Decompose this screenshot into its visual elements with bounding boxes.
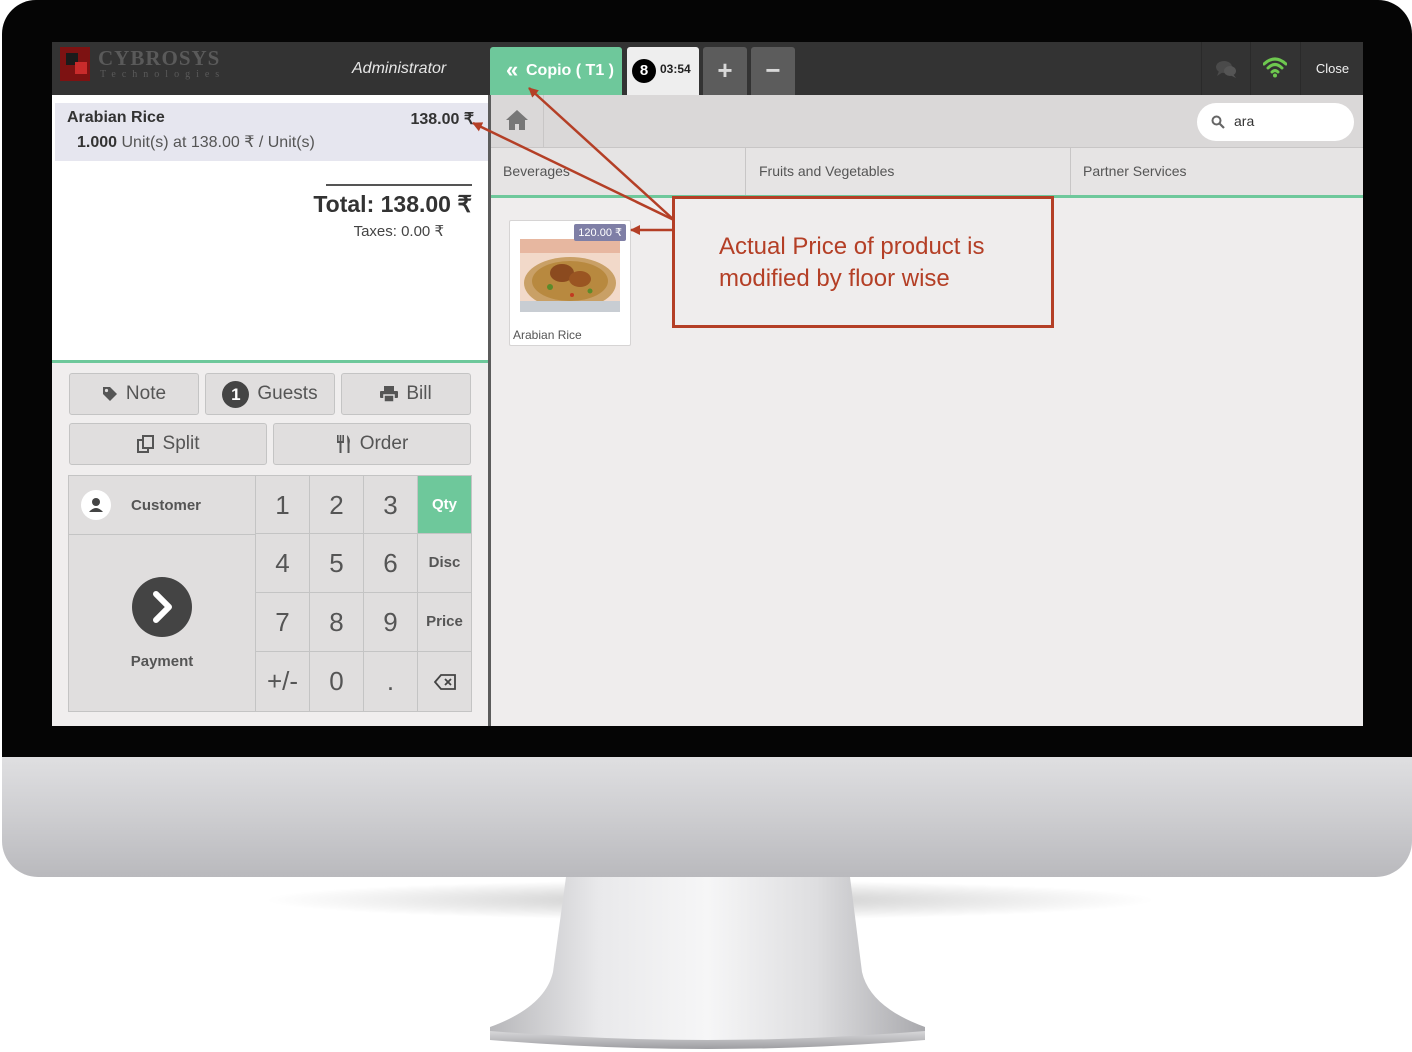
search-icon [1211,115,1225,129]
mode-price-button[interactable]: Price [418,593,472,652]
user-name[interactable]: Administrator [352,60,446,78]
home-icon [506,110,528,130]
logo-subtext: Technologies [100,69,226,80]
top-bar: CYBROSYS Technologies Administrator « Co… [52,42,1363,95]
numpad-key-4[interactable]: 4 [256,534,310,593]
split-button[interactable]: Split [69,423,267,465]
product-image [520,239,620,312]
mode-disc-button[interactable]: Disc [418,534,472,593]
note-button[interactable]: Note [69,373,199,415]
remove-order-button[interactable]: − [751,47,795,95]
payment-button[interactable]: Payment [68,535,256,712]
numpad-key-dot[interactable]: . [364,652,418,712]
guests-label: Guests [257,383,318,404]
order-taxes: Taxes: 0.00 ₹ [353,223,444,240]
add-order-button[interactable]: + [703,47,747,95]
company-logo: CYBROSYS Technologies [56,44,226,88]
order-number-badge: 8 [632,59,656,83]
order-line-info: 1.000 Unit(s) at 138.00 ₹ / Unit(s) [77,132,315,152]
printer-icon [380,386,399,402]
close-button[interactable]: Close [1300,42,1363,95]
bill-button[interactable]: Bill [341,373,471,415]
bill-label: Bill [406,383,432,404]
product-card[interactable]: 120.00 ₹ Arabian Rice [509,220,631,346]
numpad-key-8[interactable]: 8 [310,593,364,652]
order-panel: Arabian Rice 138.00 ₹ 1.000 Unit(s) at 1… [52,95,491,726]
home-button[interactable] [491,95,544,147]
mode-qty-button[interactable]: Qty [418,475,472,534]
product-panel: ara Beverages Fruits and Vegetables Part… [491,95,1363,726]
category-beverages[interactable]: Beverages [491,148,746,195]
numpad-key-6[interactable]: 6 [364,534,418,593]
monitor-stand [490,877,925,1049]
order-line-quantity: 1.000 [77,134,118,151]
logo-text: CYBROSYS [98,46,221,70]
annotation-text: Actual Price of product is modified by f… [719,233,985,292]
wifi-icon [1263,57,1287,78]
chevron-right-icon [132,577,192,637]
guests-button[interactable]: 1 Guests [205,373,335,415]
order-button[interactable]: Order [273,423,471,465]
chat-bubbles-icon [1216,61,1236,78]
product-price-tag: 120.00 ₹ [574,224,626,241]
order-line-detail: Unit(s) at 138.00 ₹ / Unit(s) [117,134,315,151]
floor-plan-button[interactable]: « Copio ( T1 ) [490,47,622,95]
order-tab[interactable]: 8 03:54 [627,47,699,95]
customer-label: Customer [131,497,202,514]
order-total: Total: 138.00 ₹ [313,191,472,217]
numpad-key-5[interactable]: 5 [310,534,364,593]
category-fruits-vegetables[interactable]: Fruits and Vegetables [747,148,1071,195]
backspace-icon [433,674,456,690]
copy-icon [136,435,154,453]
guests-count: 1 [222,380,250,408]
numpad-key-9[interactable]: 9 [364,593,418,652]
annotation-callout: Actual Price of product is modified by f… [672,196,1054,328]
breadcrumb-bar: ara [491,95,1363,148]
messages-status[interactable] [1201,42,1250,95]
order-line[interactable]: Arabian Rice 138.00 ₹ 1.000 Unit(s) at 1… [55,103,488,161]
floor-plan-label: Copio ( T1 ) [526,62,614,79]
search-input[interactable]: ara [1234,113,1254,129]
order-label: Order [359,433,409,454]
numpad-key-0[interactable]: 0 [310,652,364,712]
numpad-key-2[interactable]: 2 [310,475,364,534]
summary-divider [326,184,472,186]
tag-icon [102,387,117,401]
split-label: Split [162,433,200,454]
order-time: 03:54 [660,62,691,76]
control-panel: Note 1 Guests Bill Split Order Customer … [52,360,488,726]
connection-status[interactable] [1250,42,1300,95]
cutlery-icon [336,435,350,453]
backspace-button[interactable] [418,652,472,712]
numpad-key-1[interactable]: 1 [256,475,310,534]
numpad-key-3[interactable]: 3 [364,475,418,534]
order-line-price: 138.00 ₹ [410,111,474,128]
customer-button[interactable]: Customer [68,475,256,535]
monitor-chin [2,757,1412,877]
user-icon [81,490,111,520]
order-line-product: Arabian Rice [67,109,165,126]
category-bar: Beverages Fruits and Vegetables Partner … [491,148,1363,198]
payment-label: Payment [130,653,194,670]
search-field[interactable]: ara [1197,103,1354,141]
numpad-key-7[interactable]: 7 [256,593,310,652]
logo-mark-icon [60,47,90,81]
category-partner-services[interactable]: Partner Services [1071,148,1363,195]
product-name: Arabian Rice [513,328,582,342]
note-label: Note [125,383,167,404]
numpad-key-sign[interactable]: +/- [256,652,310,712]
pos-screen: CYBROSYS Technologies Administrator « Co… [52,42,1363,726]
double-chevron-left-icon: « [506,57,519,82]
